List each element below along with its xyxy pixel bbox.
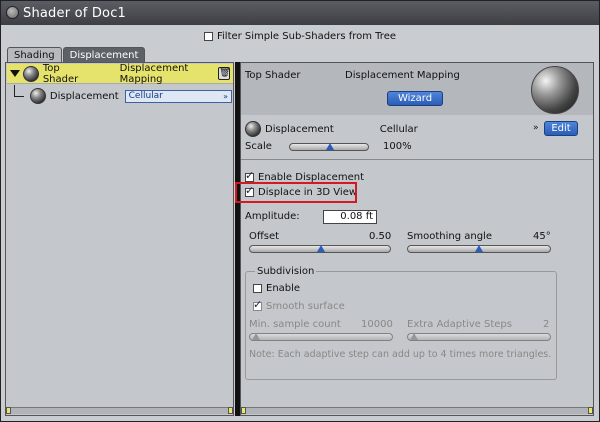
close-icon[interactable] — [6, 6, 19, 19]
highlight-annotation-box — [235, 182, 357, 203]
subdivision-note: Note: Each adaptive step can add up to 4… — [249, 349, 552, 360]
tree-item-type: Displacement Mapping — [119, 62, 189, 85]
slider-thumb[interactable] — [252, 333, 260, 340]
shader-window: Shader of Doc1 Filter Simple Sub-Shaders… — [0, 0, 600, 422]
offset-slider[interactable] — [249, 245, 391, 253]
shader-tree-pane: Top Shader Displacement Mapping 🗑 Displa… — [5, 62, 234, 416]
tree-item-top-shader[interactable]: Top Shader Displacement Mapping 🗑 — [7, 62, 233, 85]
scale-label: Scale — [245, 141, 272, 152]
scale-slider[interactable] — [289, 143, 369, 151]
properties-pane: Top Shader Displacement Mapping Wizard D… — [240, 62, 594, 416]
amplitude-label: Amplitude: — [245, 211, 300, 222]
tree-item-displacement[interactable]: Displacement Cellular » — [14, 85, 233, 107]
smoothing-label: Smoothing angle — [407, 231, 492, 242]
min-sample-slider[interactable] — [249, 333, 393, 341]
tree-item-label: Top Shader — [42, 62, 79, 85]
chevron-down-icon: » — [223, 91, 229, 101]
min-sample-value: 10000 — [361, 319, 393, 330]
adaptive-steps-value: 2 — [543, 319, 550, 330]
shader-preview-sphere — [531, 66, 579, 114]
wizard-button[interactable]: Wizard — [387, 91, 443, 106]
adaptive-steps-slider[interactable] — [407, 333, 551, 341]
smooth-surface-row[interactable]: Smooth surface — [253, 298, 345, 312]
filter-row: Filter Simple Sub-Shaders from Tree — [1, 27, 599, 45]
slider-thumb[interactable] — [410, 333, 418, 340]
shader-value: Cellular — [379, 123, 418, 135]
tab-displacement[interactable]: Displacement — [62, 47, 146, 63]
min-sample-label: Min. sample count — [249, 319, 341, 330]
shader-row: Displacement Cellular — [245, 121, 418, 137]
subdivision-enable-row[interactable]: Enable — [253, 283, 300, 294]
shader-type-select[interactable]: Cellular » — [124, 89, 233, 103]
scroll-right-cap[interactable] — [228, 407, 233, 414]
filter-label: Filter Simple Sub-Shaders from Tree — [216, 30, 396, 42]
filter-checkbox[interactable] — [203, 31, 213, 41]
shader-sphere-icon — [29, 88, 46, 104]
smooth-surface-checkbox[interactable] — [253, 298, 262, 311]
amplitude-row: Amplitude: — [245, 211, 300, 222]
amplitude-input[interactable]: 0.08 ft — [323, 210, 377, 224]
subdivision-enable-checkbox[interactable] — [253, 284, 262, 293]
select-value: Cellular — [128, 91, 163, 101]
header-right-label: Displacement Mapping — [345, 70, 460, 81]
smoothing-slider[interactable] — [407, 245, 551, 253]
offset-value: 0.50 — [369, 231, 392, 242]
horizontal-scrollbar[interactable] — [6, 407, 233, 414]
scale-value: 100% — [383, 141, 412, 152]
disclosure-triangle-icon[interactable] — [10, 70, 20, 77]
shader-sphere-icon — [23, 65, 39, 82]
shader-sphere-icon — [245, 121, 261, 137]
tree-branch-line — [14, 85, 24, 97]
smoothing-value: 45° — [533, 231, 551, 242]
scroll-right-cap[interactable] — [588, 407, 593, 414]
smooth-surface-label: Smooth surface — [266, 301, 345, 312]
header-left-label: Top Shader — [245, 70, 301, 81]
horizontal-scrollbar[interactable] — [241, 407, 593, 414]
scroll-left-cap[interactable] — [241, 407, 246, 414]
title-bar[interactable]: Shader of Doc1 — [1, 1, 599, 25]
tab-shading[interactable]: Shading — [7, 47, 62, 63]
tree-item-label: Displacement — [49, 90, 119, 102]
subdivision-title: Subdivision — [255, 266, 317, 277]
divider — [241, 159, 593, 160]
scroll-left-cap[interactable] — [6, 407, 11, 414]
slider-thumb[interactable] — [475, 245, 483, 252]
edit-button[interactable]: Edit — [544, 121, 578, 136]
enable-displacement-checkbox[interactable] — [245, 169, 254, 182]
tab-bar: Shading Displacement — [7, 47, 146, 63]
subdivision-enable-label: Enable — [266, 283, 301, 294]
slider-thumb[interactable] — [326, 143, 334, 150]
slider-thumb[interactable] — [317, 245, 325, 252]
trash-icon[interactable]: 🗑 — [218, 67, 230, 80]
window-title: Shader of Doc1 — [23, 5, 127, 21]
chevron-down-icon[interactable]: » — [533, 123, 539, 133]
scale-row: Scale — [245, 141, 272, 152]
offset-label: Offset — [249, 231, 280, 242]
shader-label: Displacement — [265, 123, 334, 135]
adaptive-steps-label: Extra Adaptive Steps — [407, 319, 512, 330]
shader-header: Top Shader Displacement Mapping Wizard — [241, 63, 593, 115]
